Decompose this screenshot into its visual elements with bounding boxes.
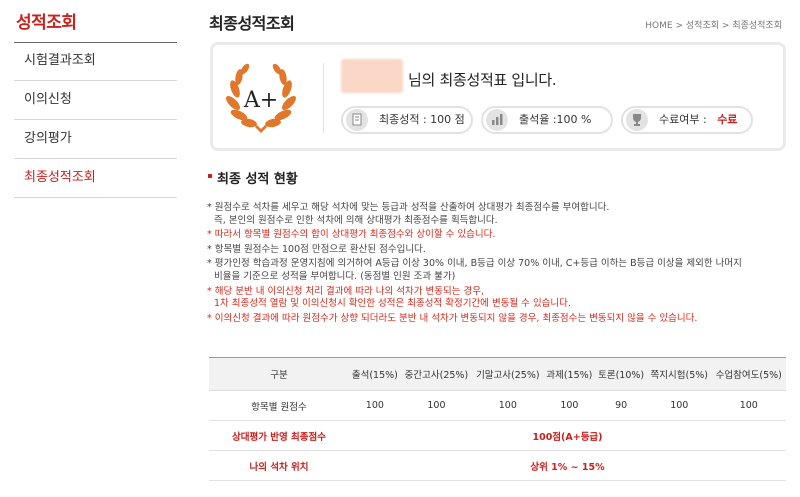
table-header-row: 구분 출석(15%) 중간고사(25%) 기말고사(25%) 과제(15%) 토… bbox=[209, 357, 786, 391]
note-line: 즉, 본인의 원점수로 인한 석차에 의해 상대평가 최종점수를 획득합니다. bbox=[214, 214, 498, 226]
grading-notes: * 원점수로 석차를 세우고 해당 석차에 맞는 등급과 성적을 산출하여 상대… bbox=[207, 202, 787, 327]
table-header-cell: 과제(15%) bbox=[543, 357, 596, 391]
breadcrumb-home[interactable]: HOME bbox=[645, 21, 672, 31]
table-row: 상대평가 반영 최종점수 100점(A+등급) bbox=[209, 420, 786, 451]
attendance-pill: 출석율 :100 % bbox=[481, 106, 613, 134]
sidebar-title: 성적조회 bbox=[16, 13, 77, 33]
note-line: * 이의신청 결과에 따라 원점수가 상향 되더라도 분반 내 석차가 변동되지… bbox=[207, 312, 698, 324]
breadcrumb-separator: > bbox=[675, 21, 684, 31]
sidebar-item-exam-results[interactable]: 시험결과조회 bbox=[14, 42, 177, 81]
table-cell: 100 bbox=[349, 390, 401, 421]
table-row: 항목별 원점수 100 100 100 100 90 100 100 bbox=[209, 390, 786, 421]
table-cell: 100 bbox=[711, 390, 786, 421]
rank-value: 상위 1% ~ 15% bbox=[349, 450, 786, 481]
breadcrumb-grades[interactable]: 성적조회 bbox=[686, 21, 719, 31]
table-header-cell: 수업참여도(5%) bbox=[711, 357, 786, 391]
grade-message: 님의 최종성적표 입니다. bbox=[408, 71, 557, 89]
grade-badge: A+ bbox=[243, 88, 278, 113]
note-line: * 항목별 원점수는 100점 만점으로 환산된 점수입니다. bbox=[207, 243, 426, 255]
table-header-cell: 쪽지시험(5%) bbox=[646, 357, 712, 391]
page-title: 최종성적조회 bbox=[209, 14, 295, 33]
completion-label: 수료여부 : bbox=[659, 113, 707, 126]
document-icon bbox=[346, 109, 368, 131]
table-cell: 100 bbox=[543, 390, 596, 421]
table-header-cell: 중간고사(25%) bbox=[400, 357, 473, 391]
table-row: 나의 석차 위치 상위 1% ~ 15% bbox=[209, 450, 786, 481]
row-label: 나의 석차 위치 bbox=[209, 450, 349, 481]
trophy-icon bbox=[626, 109, 648, 131]
note-line: * 따라서 항목별 원점수의 합이 상대평가 최종점수와 상이할 수 있습니다. bbox=[207, 229, 496, 241]
completion-pill: 수료여부 : 수료 bbox=[621, 106, 753, 134]
card-divider bbox=[323, 63, 324, 133]
relative-score-value: 100점(A+등급) bbox=[349, 420, 786, 451]
grade-table: 구분 출석(15%) 중간고사(25%) 기말고사(25%) 과제(15%) 토… bbox=[209, 357, 786, 481]
bar-chart-icon bbox=[486, 109, 508, 131]
note-line: 1차 최종성적 열람 및 이의신청시 확인한 성적은 최종성적 확정기간에 변동… bbox=[214, 298, 571, 310]
sidebar-item-appeal[interactable]: 이의신청 bbox=[14, 81, 177, 120]
note-line: * 원점수로 석차를 세우고 해당 석차에 맞는 등급과 성적을 산출하여 상대… bbox=[207, 202, 610, 213]
final-score-text: 최종성적 : 100 점 bbox=[379, 113, 465, 126]
table-header-cell: 토론(10%) bbox=[595, 357, 647, 391]
note-line: * 해당 분반 내 이의신청 처리 결과에 따라 나의 석차가 변동되는 경우, bbox=[207, 285, 484, 297]
table-header-cell: 구분 bbox=[209, 357, 349, 391]
note-line: 비율을 기준으로 성적을 부여합니다. (동점별 인원 조과 불가) bbox=[214, 270, 456, 282]
attendance-text: 출석율 :100 % bbox=[519, 113, 592, 126]
grade-summary-card: A+ 님의 최종성적표 입니다. 최종성적 : 100 점 출석율 :100 %… bbox=[210, 42, 786, 151]
final-score-pill: 최종성적 : 100 점 bbox=[341, 106, 473, 134]
section-bullet bbox=[208, 174, 212, 178]
table-cell: 100 bbox=[400, 390, 473, 421]
laurel-wreath-icon: A+ bbox=[226, 63, 296, 133]
breadcrumb-separator: > bbox=[721, 21, 730, 31]
breadcrumb: HOME > 성적조회 > 최종성적조회 bbox=[645, 18, 782, 31]
table-cell: 90 bbox=[595, 390, 647, 421]
sidebar-item-final-grade[interactable]: 최종성적조회 bbox=[14, 159, 177, 198]
table-cell: 100 bbox=[472, 390, 544, 421]
table-header-cell: 기말고사(25%) bbox=[472, 357, 544, 391]
note-line: * 평가인정 학습과정 운영지침에 의거하여 A등급 이상 30% 이내, B등… bbox=[207, 258, 742, 270]
row-label: 상대평가 반영 최종점수 bbox=[209, 420, 349, 451]
blurred-student-name bbox=[341, 59, 403, 93]
breadcrumb-current[interactable]: 최종성적조회 bbox=[732, 21, 782, 31]
sidebar-item-course-evaluation[interactable]: 강의평가 bbox=[14, 120, 177, 159]
completion-status: 수료 bbox=[717, 113, 738, 126]
table-header-cell: 출석(15%) bbox=[349, 357, 401, 391]
sidebar: 성적조회 시험결과조회 이의신청 강의평가 최종성적조회 bbox=[0, 0, 178, 497]
section-title: 최종 성적 현황 bbox=[217, 172, 298, 187]
row-label: 항목별 원점수 bbox=[209, 390, 349, 421]
table-cell: 100 bbox=[646, 390, 712, 421]
